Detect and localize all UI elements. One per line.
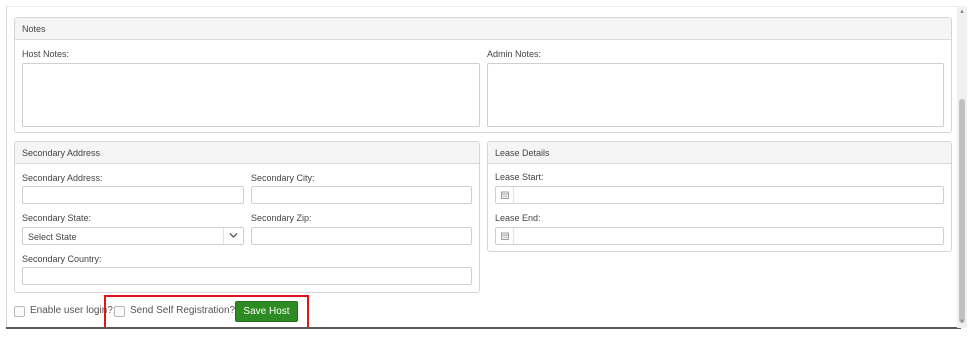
secondary-state-selected-value: Select State	[28, 232, 77, 242]
secondary-address-label: Secondary Address:	[22, 173, 103, 183]
enable-user-login-checkbox[interactable]	[14, 306, 25, 317]
scroll-up-icon[interactable]: ▲	[958, 8, 966, 16]
lease-start-label: Lease Start:	[495, 172, 544, 182]
form-top-border	[6, 6, 961, 7]
secondary-state-select[interactable]: Select State	[22, 227, 244, 245]
calendar-icon[interactable]	[496, 228, 514, 244]
host-notes-label: Host Notes:	[22, 49, 70, 59]
lease-end-label: Lease End:	[495, 213, 541, 223]
secondary-country-label: Secondary Country:	[22, 254, 102, 264]
lease-start-input[interactable]	[495, 186, 944, 204]
secondary-city-label: Secondary City:	[251, 173, 315, 183]
secondary-address-input[interactable]	[22, 186, 244, 204]
secondary-zip-label: Secondary Zip:	[251, 213, 312, 223]
secondary-city-input[interactable]	[251, 186, 472, 204]
admin-notes-label: Admin Notes:	[487, 49, 542, 59]
admin-notes-textarea[interactable]	[487, 63, 944, 127]
lease-details-panel-title: Lease Details	[488, 142, 951, 164]
chevron-down-icon[interactable]	[223, 228, 243, 244]
secondary-state-label: Secondary State:	[22, 213, 92, 223]
secondary-country-input[interactable]	[22, 267, 472, 285]
calendar-icon[interactable]	[496, 187, 514, 203]
secondary-zip-input[interactable]	[251, 227, 472, 245]
host-notes-textarea[interactable]	[22, 63, 480, 127]
form-bottom-border	[6, 327, 961, 329]
highlight-box	[104, 295, 309, 329]
secondary-address-panel-title: Secondary Address	[15, 142, 479, 164]
lease-end-input[interactable]	[495, 227, 944, 245]
form-left-border	[6, 6, 7, 328]
scrollbar-thumb[interactable]	[959, 99, 965, 323]
notes-panel-title: Notes	[15, 18, 951, 40]
enable-user-login-label: Enable user login?:	[30, 305, 116, 316]
scroll-down-icon[interactable]: ▼	[958, 318, 966, 326]
